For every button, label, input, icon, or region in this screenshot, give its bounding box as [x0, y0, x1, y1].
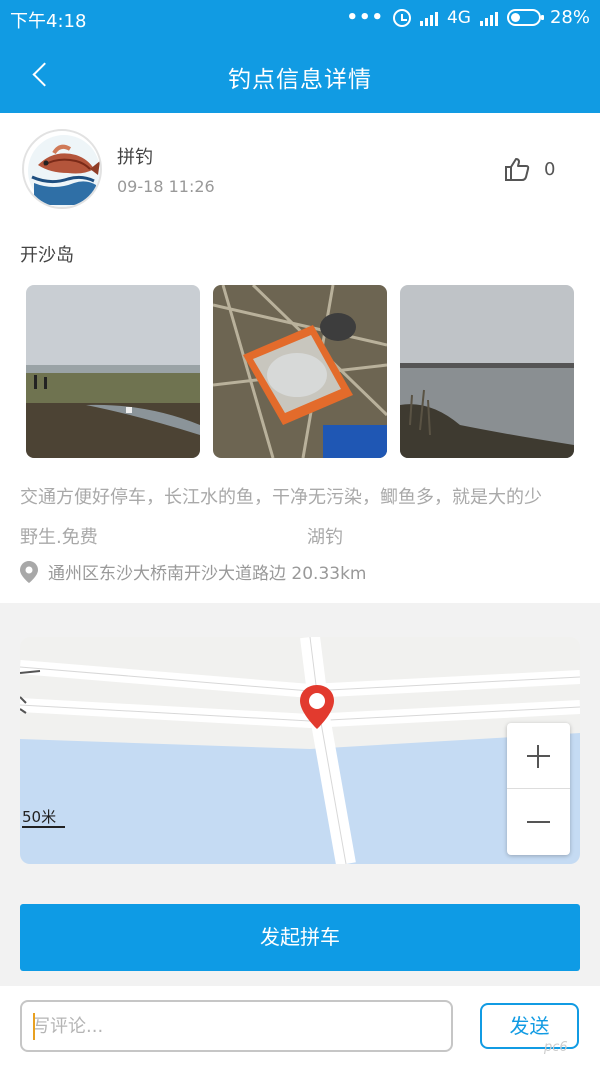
map-canvas	[20, 637, 580, 864]
spot-name: 开沙岛	[20, 245, 74, 266]
riverbank-photo	[26, 285, 200, 458]
location-pin-icon	[20, 560, 38, 583]
battery-icon	[506, 9, 544, 26]
start-carpool-button[interactable]: 发起拼车	[20, 904, 580, 971]
fishing-type: 湖钓	[307, 527, 343, 548]
signal-icon-2	[479, 10, 498, 26]
lake-photo	[400, 285, 574, 458]
status-bar: 下午4:18 ••• 4G 28%	[0, 0, 600, 36]
comment-bar: 发送	[0, 986, 600, 1067]
status-icons: ••• 4G 28%	[346, 7, 590, 28]
photo-fish-bucket[interactable]	[213, 285, 387, 458]
zoom-out-button[interactable]	[507, 789, 570, 855]
author-name[interactable]: 拼钓	[117, 143, 153, 169]
watermark-logo: pc6	[544, 1040, 568, 1055]
signal-icon	[419, 10, 438, 26]
battery-percent: 28%	[549, 7, 590, 28]
photo-riverbank[interactable]	[26, 285, 200, 458]
address-text: 通州区东沙大桥南开沙大道路边 20.33km	[48, 564, 367, 584]
spot-description-2: 野生.免费	[20, 527, 98, 548]
map-scale-bar	[22, 826, 65, 828]
like-count: 0	[544, 158, 556, 180]
alarm-icon	[392, 8, 411, 27]
zoom-in-button[interactable]	[507, 723, 570, 789]
like-button[interactable]: 0	[504, 157, 555, 181]
text-caret	[33, 1013, 35, 1040]
navigation-bar: 钓点信息详情	[0, 36, 600, 113]
spot-description: 交通方便好停车，长江水的鱼，干净无污染，鲫鱼多，就是大的少	[20, 487, 542, 508]
map-zoom-control	[507, 723, 570, 855]
fish-logo-icon	[28, 135, 100, 207]
page-title: 钓点信息详情	[228, 67, 372, 93]
comment-input[interactable]	[20, 1000, 453, 1052]
spot-detail-card: 拼钓 09-18 11:26 0 开沙岛 交通方便好停车，长江水的鱼，干净无污染…	[0, 113, 600, 603]
network-type: 4G	[446, 7, 471, 28]
avatar[interactable]	[22, 129, 102, 209]
status-time: 下午4:18	[10, 11, 87, 32]
post-date: 09-18 11:26	[117, 177, 215, 196]
map-view[interactable]	[20, 637, 580, 864]
address-row[interactable]: 通州区东沙大桥南开沙大道路边 20.33km	[20, 559, 366, 584]
more-notifications-icon: •••	[346, 7, 384, 28]
map-scale-label: 50米	[22, 808, 57, 826]
fish-bucket-photo	[213, 285, 387, 458]
photo-lake[interactable]	[400, 285, 574, 458]
thumbs-up-icon	[505, 158, 530, 181]
photo-gallery	[26, 285, 574, 458]
